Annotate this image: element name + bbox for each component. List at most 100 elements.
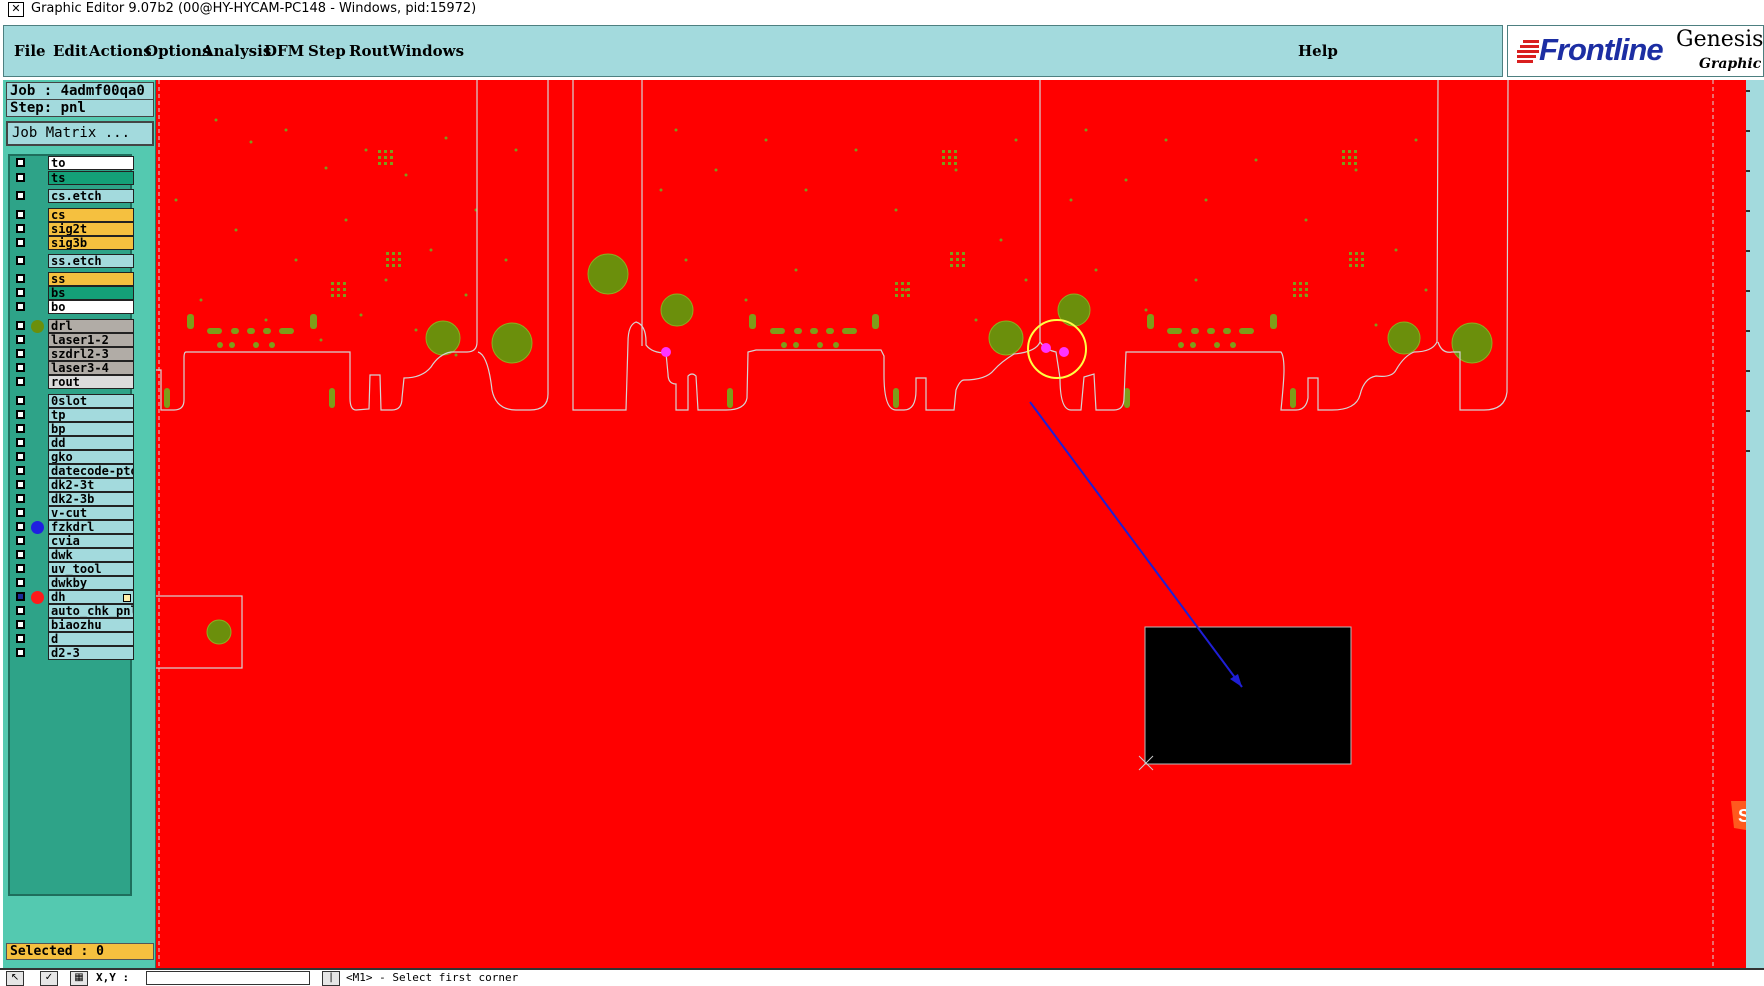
layer-name[interactable]: auto_chk_pnl <box>48 604 134 618</box>
layer-row[interactable]: dh <box>15 590 136 605</box>
graphic-canvas[interactable]: S <box>156 80 1746 968</box>
layer-checkbox[interactable] <box>16 494 25 503</box>
right-scroll-strip[interactable] <box>1746 80 1764 968</box>
layer-row[interactable]: datecode-pto <box>15 464 136 479</box>
layer-row[interactable]: tp <box>15 408 136 423</box>
layer-name[interactable]: biaozhu <box>48 618 134 632</box>
layer-checkbox[interactable] <box>16 173 25 182</box>
layer-checkbox[interactable] <box>16 256 25 265</box>
layer-name[interactable]: d <box>48 632 134 646</box>
layer-checkbox[interactable] <box>16 238 25 247</box>
layer-checkbox[interactable] <box>16 564 25 573</box>
layer-row[interactable]: laser3-4 <box>15 361 136 376</box>
layer-name[interactable]: cs <box>48 208 134 222</box>
layer-row[interactable]: drl <box>15 319 136 334</box>
layer-checkbox[interactable] <box>16 508 25 517</box>
layer-checkbox[interactable] <box>16 452 25 461</box>
menu-edit[interactable]: Edit <box>53 42 88 60</box>
layer-row[interactable]: dd <box>15 436 136 451</box>
layer-name[interactable]: drl <box>48 319 134 333</box>
layer-checkbox[interactable] <box>16 210 25 219</box>
menu-analysis[interactable]: Analysis <box>202 42 271 60</box>
layer-row[interactable]: dk2-3b <box>15 492 136 507</box>
layer-name[interactable]: ss <box>48 272 134 286</box>
layer-name[interactable]: cs.etch <box>48 189 134 203</box>
layer-row[interactable]: dwk <box>15 548 136 563</box>
layer-checkbox[interactable] <box>16 550 25 559</box>
layer-checkbox[interactable] <box>16 335 25 344</box>
layer-row[interactable]: dk2-3t <box>15 478 136 493</box>
layer-checkbox[interactable] <box>16 191 25 200</box>
layer-row[interactable]: 0slot <box>15 394 136 409</box>
layer-name[interactable]: dd <box>48 436 134 450</box>
layer-checkbox[interactable] <box>16 410 25 419</box>
layer-row[interactable]: szdrl2-3 <box>15 347 136 362</box>
layer-name[interactable]: fzkdrl <box>48 520 134 534</box>
layer-name[interactable]: cvia <box>48 534 134 548</box>
layer-checkbox[interactable] <box>16 648 25 657</box>
layer-checkbox[interactable] <box>16 396 25 405</box>
layer-name[interactable]: sig2t <box>48 222 134 236</box>
layer-row[interactable]: ss.etch <box>15 254 136 269</box>
layer-name[interactable]: dk2-3b <box>48 492 134 506</box>
layer-name[interactable]: d2-3 <box>48 646 134 660</box>
job-matrix-button[interactable]: Job Matrix ... <box>6 121 154 146</box>
layer-row[interactable]: laser1-2 <box>15 333 136 348</box>
layer-row[interactable]: cvia <box>15 534 136 549</box>
menu-help[interactable]: Help <box>1298 42 1338 60</box>
layer-row[interactable]: fzkdrl <box>15 520 136 535</box>
layer-row[interactable]: v-cut <box>15 506 136 521</box>
layer-checkbox[interactable] <box>16 349 25 358</box>
layer-checkbox[interactable] <box>16 606 25 615</box>
menu-file[interactable]: File <box>14 42 46 60</box>
layer-name[interactable]: dwk <box>48 548 134 562</box>
layer-checkbox[interactable] <box>16 522 25 531</box>
layer-row[interactable]: cs.etch <box>15 189 136 204</box>
layer-row[interactable]: gko <box>15 450 136 465</box>
layer-name[interactable]: to <box>48 156 134 170</box>
layer-name[interactable]: dwkby <box>48 576 134 590</box>
layer-row[interactable]: auto_chk_pnl <box>15 604 136 619</box>
layer-name[interactable]: v-cut <box>48 506 134 520</box>
layer-name[interactable]: sig3b <box>48 236 134 250</box>
layer-name[interactable]: dk2-3t <box>48 478 134 492</box>
layer-name[interactable]: dh <box>48 590 134 604</box>
layer-row[interactable]: sig2t <box>15 222 136 237</box>
layer-name[interactable]: tp <box>48 408 134 422</box>
layer-name[interactable]: ss.etch <box>48 254 134 268</box>
layer-name[interactable]: datecode-pto <box>48 464 134 478</box>
layer-checkbox[interactable] <box>16 321 25 330</box>
layer-checkbox[interactable] <box>16 466 25 475</box>
layer-row[interactable]: bo <box>15 300 136 315</box>
layer-name[interactable]: bo <box>48 300 134 314</box>
layer-row[interactable]: uv_tool <box>15 562 136 577</box>
layer-checkbox[interactable] <box>16 424 25 433</box>
layer-checkbox[interactable] <box>16 302 25 311</box>
layer-name[interactable]: laser3-4 <box>48 361 134 375</box>
menu-dfm[interactable]: DFM <box>264 42 304 60</box>
layer-checkbox[interactable] <box>16 592 25 601</box>
layer-checkbox[interactable] <box>16 620 25 629</box>
layer-checkbox[interactable] <box>16 634 25 643</box>
layer-checkbox[interactable] <box>16 224 25 233</box>
layer-row[interactable]: cs <box>15 208 136 223</box>
layer-row[interactable]: to <box>15 156 136 171</box>
layer-checkbox[interactable] <box>16 377 25 386</box>
layer-row[interactable]: ss <box>15 272 136 287</box>
layer-name[interactable]: rout <box>48 375 134 389</box>
layer-name[interactable]: gko <box>48 450 134 464</box>
layer-checkbox[interactable] <box>16 536 25 545</box>
menu-actions[interactable]: Actions <box>89 42 152 60</box>
layer-row[interactable]: ts <box>15 171 136 186</box>
layer-row[interactable]: d2-3 <box>15 646 136 661</box>
layer-name[interactable]: 0slot <box>48 394 134 408</box>
layer-checkbox[interactable] <box>16 438 25 447</box>
menu-options[interactable]: Options <box>145 42 211 60</box>
layer-row[interactable]: biaozhu <box>15 618 136 633</box>
layer-row[interactable]: d <box>15 632 136 647</box>
layer-checkbox[interactable] <box>16 578 25 587</box>
layer-row[interactable]: bp <box>15 422 136 437</box>
layer-row[interactable]: rout <box>15 375 136 390</box>
layer-checkbox[interactable] <box>16 274 25 283</box>
layer-checkbox[interactable] <box>16 363 25 372</box>
